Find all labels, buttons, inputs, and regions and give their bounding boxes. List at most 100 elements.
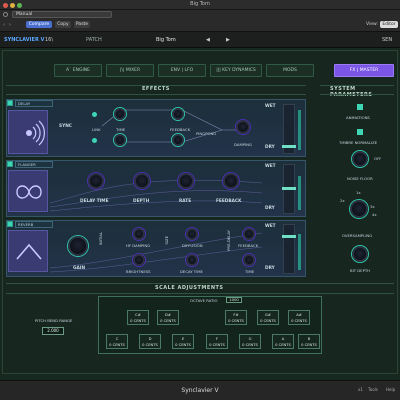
initial-label: INITIAL (98, 232, 103, 246)
preset-name[interactable]: Big Tom (156, 37, 176, 43)
reverb-enable-toggle[interactable] (7, 221, 13, 227)
oversampling-knob[interactable] (350, 200, 368, 218)
preset-select[interactable]: Manual (12, 11, 112, 18)
tab-engine[interactable]: A` ENGINE (54, 64, 102, 77)
delay-wet-label: WET (265, 104, 276, 109)
delay-wet-dry-fader[interactable] (282, 104, 296, 154)
divider (6, 94, 306, 95)
flanger-wet-label: WET (265, 164, 276, 169)
key-cents-d[interactable]: D0 CENTS (139, 334, 161, 349)
flanger-feedback-knob[interactable] (223, 173, 239, 189)
damping-knob[interactable] (236, 120, 250, 134)
reverb-wet-label: WET (265, 224, 276, 229)
key-cents-g[interactable]: G0 CENTS (239, 334, 261, 349)
time-knob-left[interactable] (114, 108, 126, 120)
flanger-icon-box (8, 170, 48, 212)
delay-type-select[interactable]: DELAY (15, 100, 53, 107)
gain-label: GAIN (73, 266, 86, 271)
footer-button-3[interactable]: Help (386, 387, 395, 392)
tab-fx-master[interactable]: FX | MASTER (334, 64, 394, 77)
prev-icon[interactable]: ◀ (206, 37, 210, 43)
key-cents: 0 CENTS (160, 319, 176, 323)
key-cents-b[interactable]: B0 CENTS (298, 334, 320, 349)
delay-enable-toggle[interactable] (7, 100, 13, 106)
feedback-knob-right[interactable] (172, 134, 184, 146)
tab-mixer[interactable]: |\| MIXER (106, 64, 154, 77)
divider (6, 293, 394, 294)
key-cents: 0 CENTS (275, 343, 291, 347)
key-cents-as[interactable]: A# 0 CENTS (288, 310, 310, 325)
delay-routing-lines (101, 109, 242, 143)
depth-knob[interactable] (134, 173, 150, 189)
rate-knob[interactable] (178, 173, 194, 189)
link-led[interactable] (92, 138, 97, 143)
key-cents-cs[interactable]: C# 0 CENTS (127, 310, 149, 325)
os-opt-1x[interactable]: 1x (356, 190, 361, 195)
os-opt-3x[interactable]: 3x (370, 204, 375, 209)
key-cents-e[interactable]: E0 CENTS (172, 334, 194, 349)
oversampling-label: OVERSAMPLING (342, 233, 373, 238)
sync-led[interactable] (92, 112, 97, 117)
diffusion-knob[interactable] (186, 228, 198, 240)
reverb-wet-dry-fader[interactable] (282, 224, 296, 274)
feedback-label: FEEDBACK (170, 127, 191, 132)
key-cents: 0 CENTS (142, 343, 158, 347)
diffusion-label: DIFFUSION (182, 243, 203, 248)
animations-toggle[interactable] (357, 104, 363, 110)
timbre-normalize-label: TIMBRE NORMALIZE (339, 140, 378, 145)
flanger-wet-dry-fader[interactable] (282, 164, 296, 214)
feedback-knob-left[interactable] (172, 108, 184, 120)
window-title: Big Tom (190, 1, 210, 7)
os-opt-4x[interactable]: 4x (372, 212, 377, 217)
key-cents-f[interactable]: F0 CENTS (206, 334, 228, 349)
flanger-type-select[interactable]: FLANGER (15, 161, 53, 168)
hf-damping-knob[interactable] (133, 228, 145, 240)
prev-preset-icon[interactable]: ‹ (3, 22, 5, 28)
view-select[interactable]: Editor (380, 21, 398, 28)
host-footer: Synclavier V x1 Tools Help (0, 380, 400, 400)
key-cents-ds[interactable]: D# 0 CENTS (157, 310, 179, 325)
key-cents-a[interactable]: A0 CENTS (272, 334, 294, 349)
key-cents-gs[interactable]: G# 0 CENTS (257, 310, 279, 325)
next-preset-icon[interactable]: › (9, 22, 11, 28)
brightness-knob[interactable] (133, 254, 145, 266)
tab-mods[interactable]: MODS (266, 64, 314, 77)
reverb-feedback-knob[interactable] (243, 228, 255, 240)
brightness-label: BRIGHTNESS (126, 269, 151, 274)
next-icon[interactable]: ▶ (226, 37, 230, 43)
bit-depth-knob[interactable] (352, 246, 368, 262)
key-cents-c[interactable]: C0 CENTS (106, 334, 128, 349)
decay-time-knob[interactable] (186, 254, 198, 266)
power-icon[interactable] (3, 12, 8, 17)
header-right-label: SEN (382, 37, 393, 43)
reverb-time-knob[interactable] (243, 254, 255, 266)
key-cents: 0 CENTS (209, 343, 225, 347)
flanger-curves (50, 180, 262, 212)
noise-floor-knob[interactable] (352, 151, 368, 167)
gain-knob[interactable] (68, 236, 88, 256)
delay-dry-label: DRY (265, 145, 275, 150)
tab-key-dynamics[interactable]: ||| KEY DYNAMICS (210, 64, 262, 77)
key-cents: 0 CENTS (260, 319, 276, 323)
paste-button[interactable]: Paste (74, 21, 90, 28)
compare-button[interactable]: Compare (26, 21, 52, 28)
timbre-normalize-toggle[interactable] (357, 129, 363, 135)
tab-env-lfo[interactable]: ENV | LFO (158, 64, 206, 77)
product-name[interactable]: SYNCLAVIER V (4, 37, 44, 43)
footer-button-1[interactable]: x1 (358, 387, 363, 392)
footer-button-2[interactable]: Tools (368, 387, 378, 392)
reverb-type-select[interactable]: REVERB (15, 221, 53, 228)
copy-button[interactable]: Copy (55, 21, 71, 28)
delay-time-knob[interactable] (88, 173, 104, 189)
pitch-bend-field[interactable]: 2.000 (42, 327, 64, 335)
key-cents: 0 CENTS (242, 343, 258, 347)
key-cents-fs[interactable]: F# 0 CENTS (225, 310, 247, 325)
mode-label: PATCH (86, 37, 102, 43)
time-knob-right[interactable] (114, 134, 126, 146)
sync-label: SYNC (59, 124, 72, 129)
plugin-header: SYNCLAVIER V 16\ PATCH Big Tom ◀ ▶ SEN (0, 32, 400, 48)
os-opt-2x[interactable]: 2x (340, 198, 345, 203)
key-cents: 0 CENTS (301, 343, 317, 347)
flanger-enable-toggle[interactable] (7, 161, 13, 167)
octave-ratio-field[interactable]: 1000 (226, 297, 242, 303)
